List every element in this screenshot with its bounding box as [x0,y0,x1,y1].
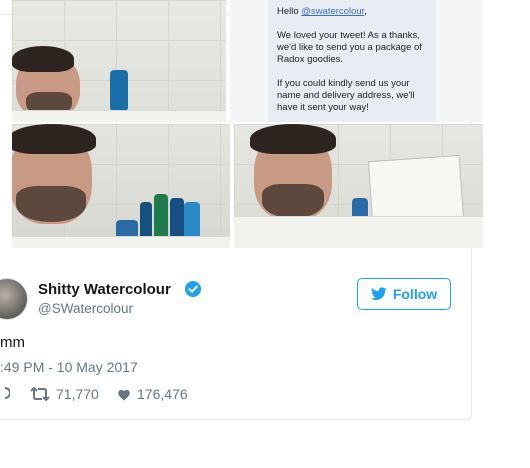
photo-grid[interactable]: Hello @swatercolour, We loved your tweet… [12,0,530,286]
heart-icon [118,389,130,401]
dm-greeting: Hello [277,6,299,17]
shower-gel-bottle [110,70,128,110]
radox-bottle [154,194,168,242]
verified-badge-icon [185,281,201,297]
twitter-bird-icon [370,287,387,301]
bathtub-edge [234,216,483,248]
dm-paragraph-1: We loved your tweet! As a thanks, we'd l… [277,30,422,65]
retweet-icon [30,387,50,401]
like-button[interactable]: 176,476 [117,386,188,402]
hair [12,46,74,72]
follow-button[interactable]: Follow [357,278,451,310]
bathtub-edge [12,110,226,122]
photo-direct-message[interactable]: Hello @swatercolour, We loved your tweet… [230,0,483,122]
bathtub-edge [12,236,230,248]
retweet-count: 71,770 [56,386,99,402]
reply-icon [4,387,10,399]
tweet-timestamp[interactable]: :49 PM - 10 May 2017 [0,359,138,375]
like-count: 176,476 [137,386,188,402]
beard [16,186,86,222]
display-name[interactable]: Shitty Watercolour [38,281,171,298]
tweet-text: mm [0,334,25,351]
reply-button[interactable] [0,386,10,400]
dm-bubble: Hello @swatercolour, We loved your tweet… [268,0,436,122]
photo-man-in-bath[interactable] [12,0,226,122]
photo-man-with-radox[interactable] [12,124,230,248]
beard [262,184,324,218]
user-handle[interactable]: @SWatercolour [38,301,133,316]
hair [12,124,96,154]
hair [250,124,336,154]
dm-handle-link[interactable]: @swatercolour [301,6,364,17]
dm-greeting-end: , [364,6,367,17]
retweet-button[interactable]: 71,770 [30,386,99,402]
photo-man-with-drawing[interactable] [234,124,483,248]
dm-paragraph-2: If you could kindly send us your name an… [277,78,415,113]
follow-label: Follow [392,286,438,302]
